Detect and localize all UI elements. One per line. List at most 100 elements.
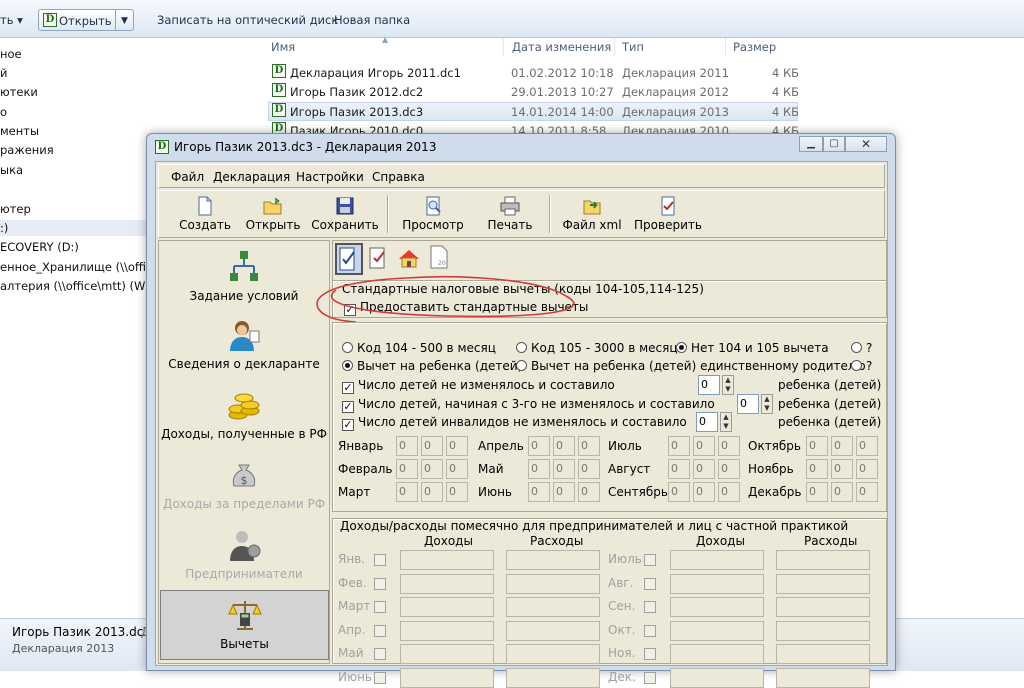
business-expense-input[interactable] <box>506 644 600 664</box>
business-income-input[interactable] <box>670 550 764 570</box>
month-value-cell[interactable]: 0 <box>553 436 575 456</box>
month-value-cell[interactable]: 0 <box>396 459 418 479</box>
maximize-button[interactable]: ▢ <box>823 136 845 152</box>
month-value-cell[interactable]: 0 <box>806 436 828 456</box>
disabled-children-checkbox[interactable]: ✓ Число детей инвалидов не изменялось и с… <box>342 414 687 431</box>
disabled-children-spinner[interactable]: ▲ ▼ <box>720 412 732 432</box>
children-count-input[interactable]: 0 <box>698 375 720 395</box>
business-month-checkbox[interactable] <box>374 624 386 637</box>
new-folder-button[interactable]: Новая папка <box>334 9 410 31</box>
month-value-cell[interactable]: 0 <box>718 482 740 502</box>
business-month-checkbox[interactable] <box>644 554 656 566</box>
xml-file-button[interactable]: Файл xml <box>557 191 627 237</box>
month-value-cell[interactable]: 0 <box>856 459 878 479</box>
month-value-cell[interactable]: 0 <box>806 482 828 502</box>
open-file-button[interactable]: Открыть <box>241 191 305 237</box>
minimize-button[interactable]: ▁ <box>799 136 823 152</box>
column-divider[interactable] <box>725 38 726 56</box>
month-value-cell[interactable]: 0 <box>421 482 443 502</box>
menu-declaration[interactable]: Декларация <box>213 168 290 186</box>
month-value-cell[interactable]: 0 <box>668 459 690 479</box>
month-value-cell[interactable]: 0 <box>718 436 740 456</box>
business-income-input[interactable] <box>400 644 494 664</box>
column-divider[interactable] <box>503 38 504 56</box>
nav-item[interactable]: енное_Хранилище (\\office\r <box>0 259 168 275</box>
menu-settings[interactable]: Настройки <box>296 168 364 186</box>
children-count-spinner[interactable]: ▲ ▼ <box>722 375 734 395</box>
nav-income-rf[interactable]: Доходы, полученные в РФ <box>159 387 329 451</box>
nav-item[interactable]: ютер <box>0 201 31 217</box>
month-value-cell[interactable]: 0 <box>718 459 740 479</box>
business-month-checkbox[interactable] <box>374 577 386 590</box>
nav-deductions[interactable]: Вычеты <box>160 590 329 660</box>
month-value-cell[interactable]: 0 <box>578 482 600 502</box>
title-bar[interactable]: D Игорь Пазик 2013.dc3 - Декларация 2013… <box>147 134 895 160</box>
business-expense-input[interactable] <box>776 573 870 594</box>
radio-help-1[interactable]: ? <box>851 340 872 356</box>
business-expense-input[interactable] <box>776 620 870 641</box>
nav-item[interactable]: о <box>0 104 7 120</box>
business-expense-input[interactable] <box>506 573 600 594</box>
nav-item[interactable]: алтерия (\\office\mtt) (W:) <box>0 278 153 294</box>
month-value-cell[interactable]: 0 <box>578 459 600 479</box>
column-name-header[interactable]: Имя <box>271 38 295 56</box>
month-value-cell[interactable]: 0 <box>553 482 575 502</box>
business-month-checkbox[interactable] <box>644 601 656 613</box>
month-value-cell[interactable]: 0 <box>446 482 468 502</box>
open-button[interactable]: D Открыть ▼ <box>38 9 134 31</box>
business-income-input[interactable] <box>400 620 494 641</box>
radio-no-104-105[interactable]: Нет 104 и 105 вычета <box>676 340 829 356</box>
menu-help[interactable]: Справка <box>372 168 425 186</box>
month-value-cell[interactable]: 0 <box>668 482 690 502</box>
radio-code-105[interactable]: Код 105 - 3000 в месяц <box>516 340 678 356</box>
business-expense-input[interactable] <box>506 597 600 617</box>
close-button[interactable]: ✕ <box>845 136 887 152</box>
business-month-checkbox[interactable] <box>644 624 656 637</box>
radio-child-deduction[interactable]: Вычет на ребенка (детей) <box>342 358 522 374</box>
menu-file[interactable]: Файл <box>171 168 204 186</box>
month-value-cell[interactable]: 0 <box>421 436 443 456</box>
column-divider[interactable] <box>614 38 615 56</box>
nav-item[interactable]: й <box>0 65 7 81</box>
month-value-cell[interactable]: 0 <box>831 482 853 502</box>
file-row[interactable]: D Декларация Игорь 2011.dc1 01.02.2012 1… <box>268 64 799 83</box>
month-value-cell[interactable]: 0 <box>421 459 443 479</box>
business-month-checkbox[interactable] <box>644 671 656 684</box>
children-third-checkbox[interactable]: ✓ Число детей, начиная с 3-го не изменяло… <box>342 396 715 413</box>
children-third-spinner[interactable]: ▲ ▼ <box>761 394 773 414</box>
nav-item[interactable]: ECOVERY (D:) <box>0 239 79 255</box>
children-third-input[interactable]: 0 <box>737 394 759 414</box>
month-value-cell[interactable]: 0 <box>831 436 853 456</box>
print-button[interactable]: Печать <box>477 191 543 237</box>
business-income-input[interactable] <box>400 550 494 570</box>
business-month-checkbox[interactable] <box>374 671 386 684</box>
column-size-header[interactable]: Размер <box>733 38 776 56</box>
business-month-checkbox[interactable] <box>644 648 656 660</box>
file-row[interactable]: D Игорь Пазик 2012.dc2 29.01.2013 10:27 … <box>268 83 799 102</box>
month-value-cell[interactable]: 0 <box>446 436 468 456</box>
month-value-cell[interactable]: 0 <box>693 459 715 479</box>
business-income-input[interactable] <box>670 620 764 641</box>
preview-button[interactable]: Просмотр <box>395 191 471 237</box>
children-count-checkbox[interactable]: ✓ Число детей не изменялось и составило <box>342 377 615 394</box>
create-button[interactable]: Создать <box>173 191 237 237</box>
business-income-input[interactable] <box>670 597 764 617</box>
nav-entrepreneurs[interactable]: Предприниматели <box>159 527 329 591</box>
radio-help-2[interactable]: ? <box>851 358 872 374</box>
month-value-cell[interactable]: 0 <box>856 436 878 456</box>
month-value-cell[interactable]: 0 <box>668 436 690 456</box>
business-income-input[interactable] <box>670 644 764 664</box>
business-month-checkbox[interactable] <box>374 601 386 613</box>
month-value-cell[interactable]: 0 <box>693 436 715 456</box>
business-expense-input[interactable] <box>506 620 600 641</box>
month-value-cell[interactable]: 0 <box>856 482 878 502</box>
month-value-cell[interactable]: 0 <box>528 459 550 479</box>
save-button[interactable]: Сохранить <box>309 191 381 237</box>
nav-item[interactable]: ыка <box>0 162 23 178</box>
column-date-header[interactable]: Дата изменения <box>512 38 611 56</box>
month-value-cell[interactable]: 0 <box>693 482 715 502</box>
business-income-input[interactable] <box>670 573 764 594</box>
business-expense-input[interactable] <box>506 550 600 570</box>
month-value-cell[interactable]: 0 <box>396 436 418 456</box>
month-value-cell[interactable]: 0 <box>528 436 550 456</box>
